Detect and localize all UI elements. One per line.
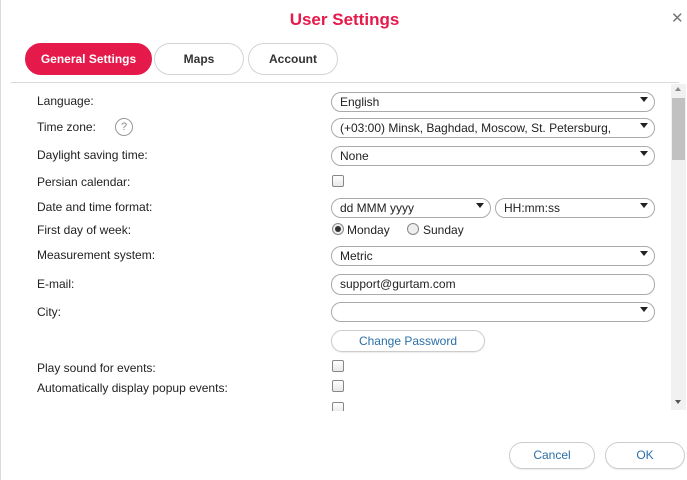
language-label: Language: — [37, 94, 94, 108]
dst-label: Daylight saving time: — [37, 148, 148, 162]
language-value: English — [340, 95, 380, 109]
ok-button[interactable]: OK — [605, 442, 685, 469]
chevron-down-icon — [640, 151, 648, 156]
chevron-down-icon — [640, 307, 648, 312]
user-settings-dialog: User Settings ✕ General Settings Maps Ac… — [0, 0, 687, 480]
city-label: City: — [37, 305, 61, 319]
measurement-label: Measurement system: — [37, 248, 156, 262]
help-icon[interactable]: ? — [115, 118, 133, 136]
time-format-value: HH:mm:ss — [504, 201, 560, 215]
vertical-scrollbar[interactable] — [671, 84, 686, 410]
sunday-label: Sunday — [423, 223, 464, 237]
change-password-button[interactable]: Change Password — [331, 330, 485, 352]
dst-value: None — [340, 149, 369, 163]
chevron-down-icon — [640, 251, 648, 256]
measurement-value: Metric — [340, 249, 373, 263]
chevron-down-icon — [640, 123, 648, 128]
sunday-radio[interactable] — [407, 223, 419, 235]
popup-events-label: Automatically display popup events: — [37, 381, 228, 395]
time-zone-value: (+03:00) Minsk, Baghdad, Moscow, St. Pet… — [340, 121, 612, 135]
email-field[interactable]: support@gurtam.com — [331, 274, 655, 295]
scroll-down-icon[interactable] — [675, 400, 681, 404]
scroll-up-icon[interactable] — [675, 87, 681, 91]
persian-calendar-checkbox[interactable] — [332, 175, 344, 187]
monday-label: Monday — [347, 223, 390, 237]
date-format-select[interactable]: dd MMM yyyy — [331, 198, 491, 218]
popup-events-checkbox[interactable] — [332, 380, 344, 392]
monday-radio[interactable] — [332, 223, 344, 235]
play-sound-label: Play sound for events: — [37, 361, 156, 375]
clipped-checkbox[interactable] — [332, 402, 344, 411]
persian-calendar-label: Persian calendar: — [37, 175, 131, 189]
close-icon[interactable]: ✕ — [671, 11, 684, 27]
chevron-down-icon — [476, 203, 484, 208]
time-format-select[interactable]: HH:mm:ss — [495, 198, 655, 218]
dst-select[interactable]: None — [331, 146, 655, 166]
chevron-down-icon — [640, 203, 648, 208]
language-select[interactable]: English — [331, 92, 655, 112]
tab-maps[interactable]: Maps — [154, 43, 244, 75]
time-zone-label: Time zone: — [37, 120, 96, 134]
time-zone-select[interactable]: (+03:00) Minsk, Baghdad, Moscow, St. Pet… — [331, 118, 655, 138]
measurement-select[interactable]: Metric — [331, 246, 655, 266]
dialog-title: User Settings — [289, 10, 400, 29]
tab-divider — [11, 82, 679, 83]
play-sound-checkbox[interactable] — [332, 360, 344, 372]
chevron-down-icon — [640, 97, 648, 102]
date-format-value: dd MMM yyyy — [340, 201, 415, 215]
cancel-button[interactable]: Cancel — [509, 442, 595, 469]
datetime-format-label: Date and time format: — [37, 200, 153, 214]
city-select[interactable] — [331, 302, 655, 322]
tab-general-settings[interactable]: General Settings — [25, 43, 152, 75]
scroll-thumb[interactable] — [672, 98, 685, 160]
settings-panel: Language: English Time zone: ? (+03:00) … — [11, 84, 669, 411]
email-label: E-mail: — [37, 277, 75, 291]
tab-account[interactable]: Account — [248, 43, 338, 75]
first-day-label: First day of week: — [37, 223, 132, 237]
